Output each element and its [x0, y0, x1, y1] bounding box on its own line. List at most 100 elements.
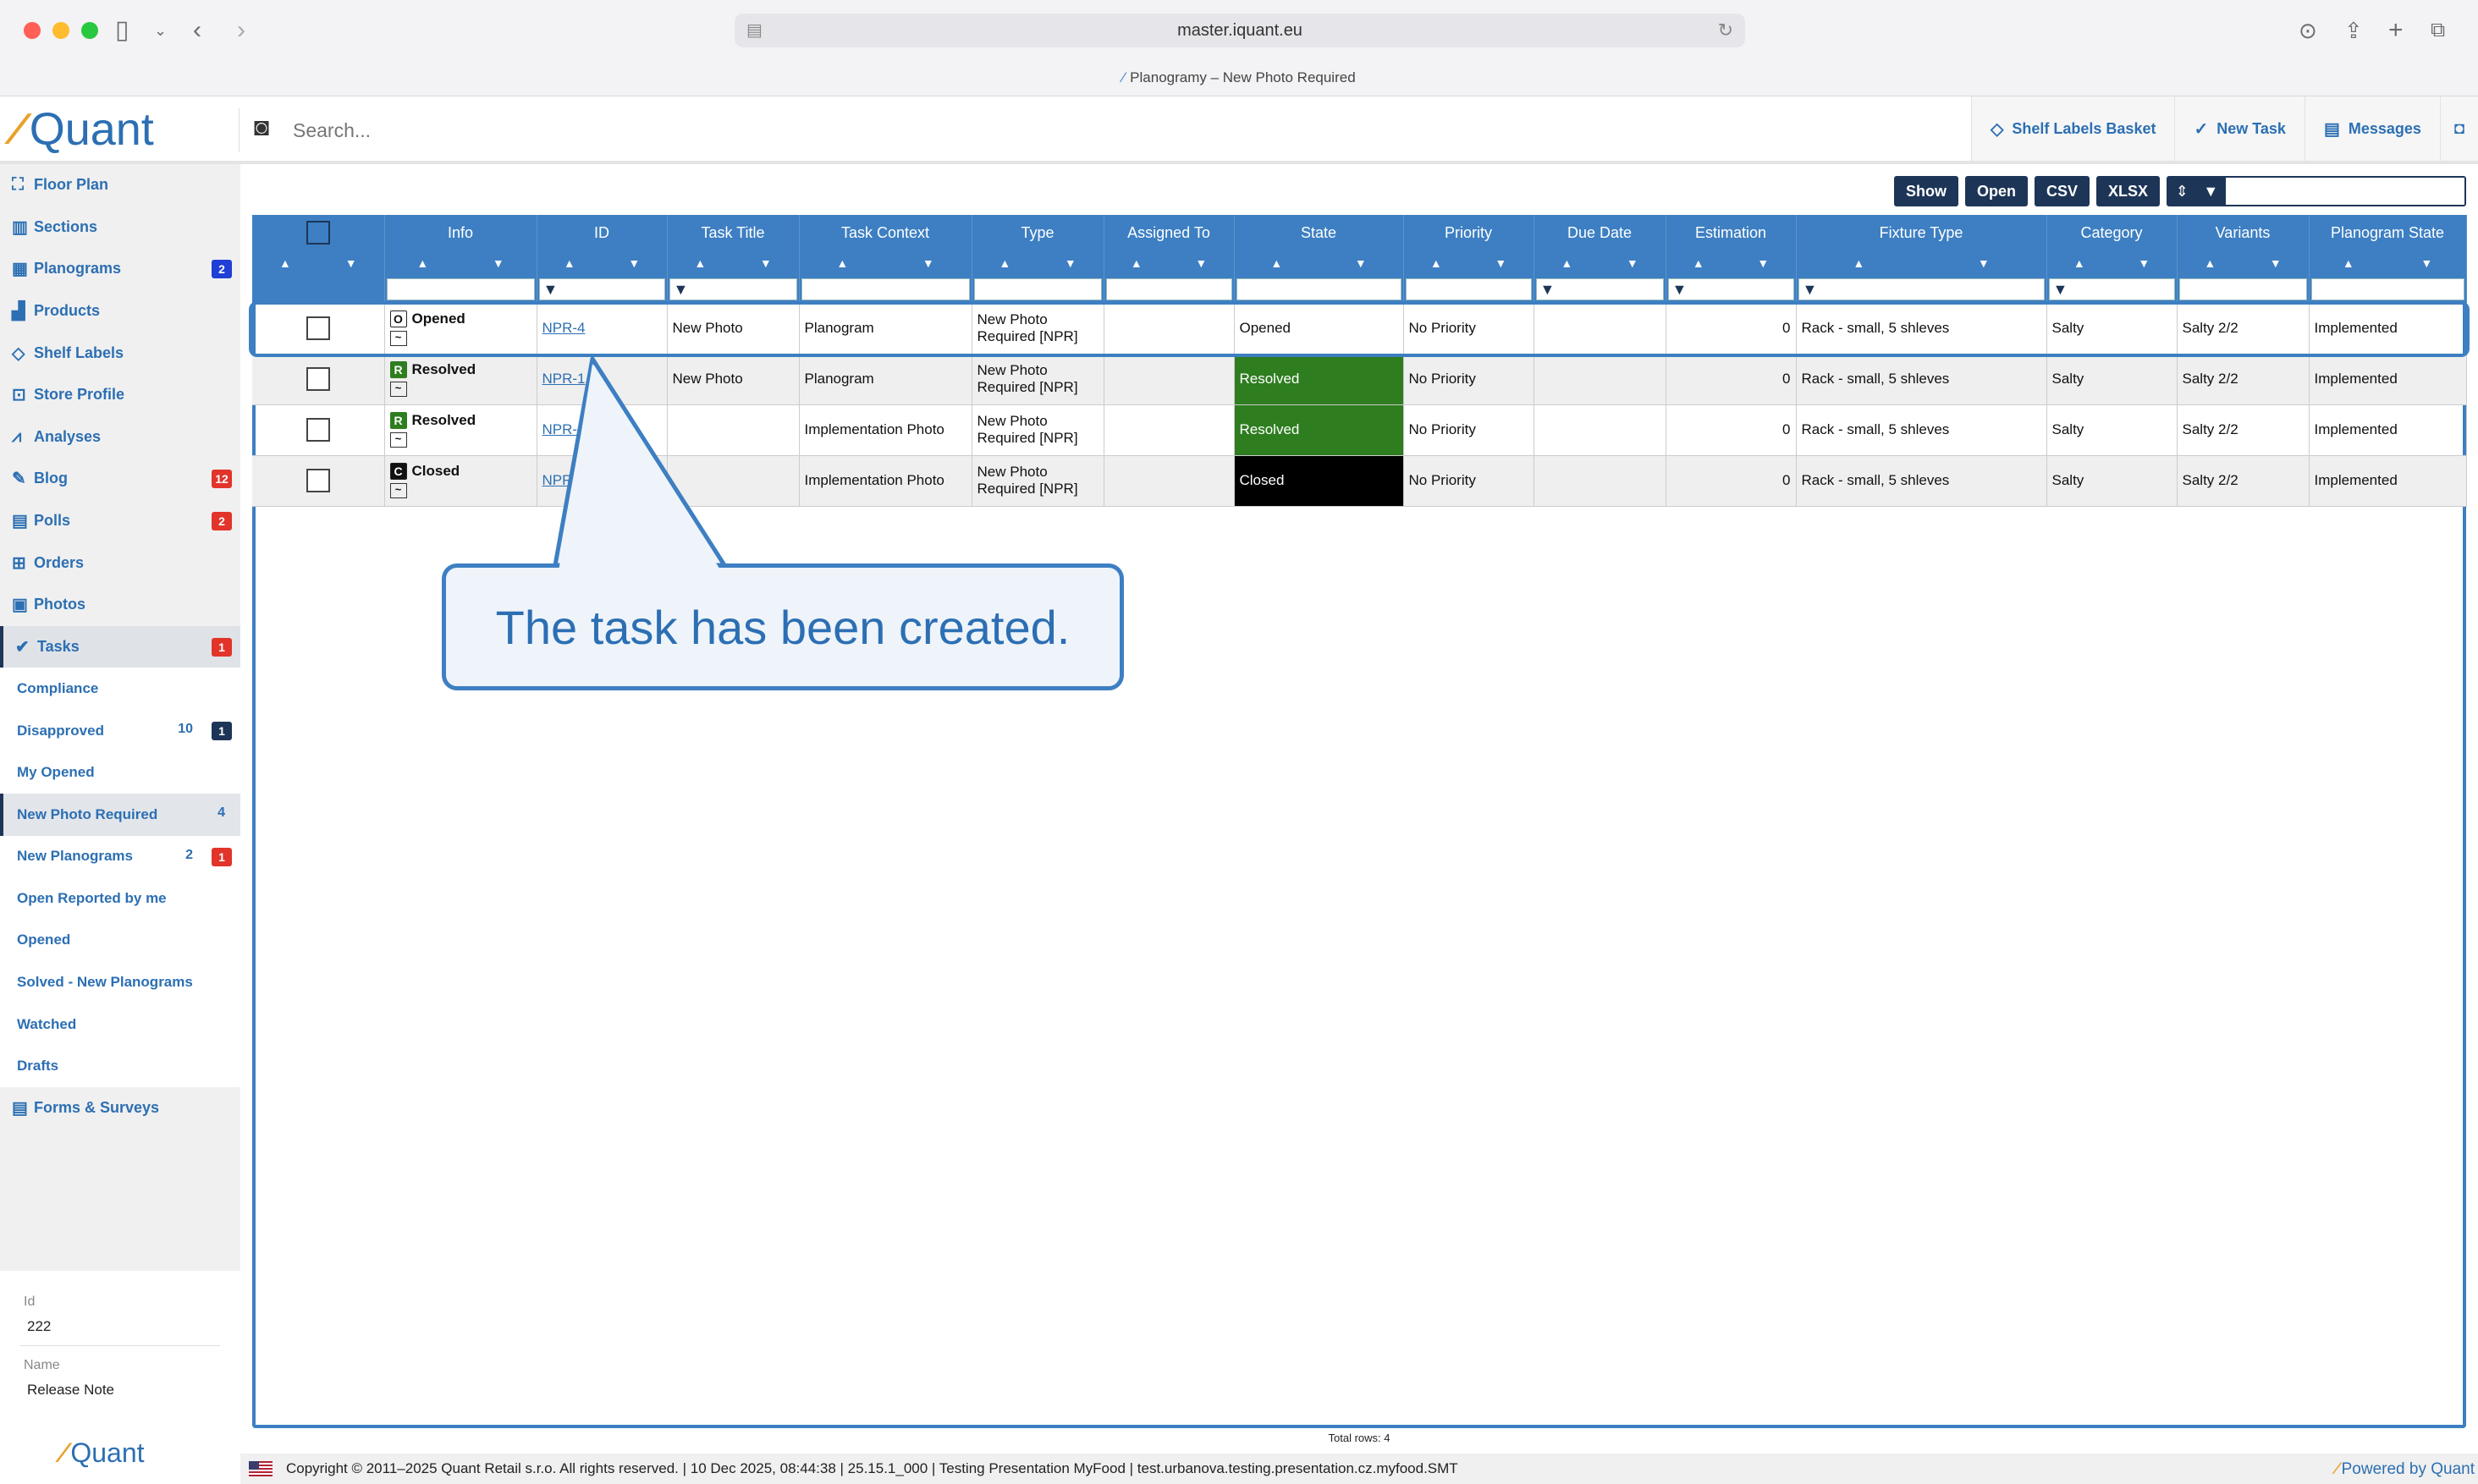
sort-desc-icon[interactable]: ▼: [1757, 256, 1769, 270]
sidebar-item-forms-surveys[interactable]: ▤ Forms & Surveys: [0, 1087, 240, 1129]
camera-icon[interactable]: ◙: [254, 113, 279, 144]
sort-desc-icon[interactable]: ▼: [1978, 256, 1990, 270]
sidebar-subitem-compliance[interactable]: Compliance: [0, 668, 240, 710]
sidebar-subitem-solved-new-planograms[interactable]: Solved - New Planograms: [0, 961, 240, 1003]
column-header-variants[interactable]: Variants: [2177, 215, 2310, 250]
messages-button[interactable]: ▤ Messages: [2304, 96, 2440, 161]
row-checkbox[interactable]: [306, 367, 330, 391]
sort-asc-icon[interactable]: ▲: [1430, 256, 1442, 270]
sort-asc-icon[interactable]: ▲: [564, 256, 575, 270]
sidebar-item-sections[interactable]: ▥ Sections: [0, 206, 240, 249]
sort-asc-icon[interactable]: ▲: [1131, 256, 1143, 270]
table-row[interactable]: R Resolved ~ NPR-1 New Photo Planogram New…: [252, 354, 2467, 405]
sort-asc-icon[interactable]: ▲: [1561, 256, 1572, 270]
table-row[interactable]: O Opened ~ NPR-4 New Photo Planogram New P…: [252, 303, 2467, 355]
filter-input-planogram-state[interactable]: [2310, 278, 2464, 300]
filter-input-type[interactable]: [973, 278, 1102, 300]
row-checkbox[interactable]: [306, 418, 330, 442]
show-button[interactable]: Show: [1893, 176, 1958, 206]
sidebar-subitem-new-photo-required[interactable]: New Photo Required 4: [0, 793, 240, 836]
xlsx-button[interactable]: XLSX: [2095, 176, 2160, 206]
task-id-link[interactable]: NPR-: [542, 421, 578, 437]
column-header-task-context[interactable]: Task Context: [799, 215, 972, 250]
reload-icon[interactable]: ↻: [1718, 14, 1733, 47]
task-id-link[interactable]: NPR-4: [542, 320, 586, 336]
sidebar-subitem-open-reported-by-me[interactable]: Open Reported by me: [0, 877, 240, 920]
open-button[interactable]: Open: [1964, 176, 2028, 206]
sort-desc-icon[interactable]: ▼: [1495, 256, 1506, 270]
quant-logo[interactable]: ⁄ Quant: [14, 103, 154, 156]
filter-input-variants[interactable]: [2178, 278, 2307, 300]
sort-desc-icon[interactable]: ▼: [628, 256, 640, 270]
sort-desc-icon[interactable]: ▼: [493, 256, 504, 270]
tab-overview-icon[interactable]: ⧉: [2431, 15, 2445, 46]
table-row[interactable]: R Resolved ~ NPR- Implementation Photo New…: [252, 404, 2467, 456]
sort-desc-icon[interactable]: ▼: [1195, 256, 1207, 270]
close-window-button[interactable]: [24, 22, 41, 39]
task-id-link[interactable]: NPR-1: [542, 371, 586, 387]
table-row[interactable]: C Closed ~ NPR Implementation Photo New Ph…: [252, 455, 2467, 507]
row-checkbox[interactable]: [306, 469, 330, 492]
column-header-estimation[interactable]: Estimation: [1666, 215, 1797, 250]
filter-input-id[interactable]: ▼: [538, 278, 665, 300]
back-icon[interactable]: ‹: [193, 15, 201, 46]
sidebar-subitem-drafts[interactable]: Drafts: [0, 1045, 240, 1088]
new-task-button[interactable]: ✓ New Task: [2174, 96, 2305, 161]
filter-input-estimation[interactable]: ▼: [1667, 278, 1794, 300]
sort-desc-icon[interactable]: ▼: [2138, 256, 2150, 270]
zoom-window-button[interactable]: [81, 22, 98, 39]
user-profile-button[interactable]: ◘: [2439, 96, 2478, 161]
sidebar-subitem-opened[interactable]: Opened: [0, 919, 240, 962]
sidebar-item-polls[interactable]: ▤ Polls 2: [0, 500, 240, 542]
column-header-state[interactable]: State: [1234, 215, 1404, 250]
filter-toggle-button[interactable]: ⇕ ▼: [2168, 178, 2226, 205]
filter-input-priority[interactable]: [1405, 278, 1532, 300]
chevron-down-icon[interactable]: ⌄: [154, 15, 167, 46]
column-header-type[interactable]: Type: [972, 215, 1104, 250]
column-header-category[interactable]: Category: [2046, 215, 2178, 250]
column-header-priority[interactable]: Priority: [1403, 215, 1534, 250]
sidebar-item-store-profile[interactable]: ⊡ Store Profile: [0, 374, 240, 416]
sidebar-item-floor-plan[interactable]: ⛶ Floor Plan: [0, 164, 240, 206]
column-header-task-title[interactable]: Task Title: [667, 215, 800, 250]
sidebar-item-planograms[interactable]: ▦ Planograms 2: [0, 248, 240, 290]
sidebar-subitem-watched[interactable]: Watched: [0, 1003, 240, 1046]
sort-asc-icon[interactable]: ▲: [2343, 256, 2354, 270]
sidebar-item-analyses[interactable]: ⩘ Analyses: [0, 416, 240, 459]
filter-input-task-context[interactable]: [801, 278, 970, 300]
sidebar-item-blog[interactable]: ✎ Blog 12: [0, 458, 240, 500]
column-header-id[interactable]: ID: [537, 215, 668, 250]
sort-asc-icon[interactable]: ▲: [999, 256, 1010, 270]
search-input[interactable]: [293, 115, 1055, 146]
sort-asc-icon[interactable]: ▲: [836, 256, 848, 270]
sort-asc-icon[interactable]: ▲: [2204, 256, 2216, 270]
download-icon[interactable]: ⊙: [2299, 15, 2317, 46]
filter-input-info[interactable]: [386, 278, 535, 300]
minimize-window-button[interactable]: [52, 22, 69, 39]
column-header-fixture-type[interactable]: Fixture Type: [1796, 215, 2047, 250]
expand-icon[interactable]: ~: [389, 382, 407, 397]
filter-input-due-date[interactable]: ▼: [1535, 278, 1664, 300]
sort-asc-icon[interactable]: ▲: [694, 256, 706, 270]
sort-asc-icon[interactable]: ▲: [1270, 256, 1282, 270]
filter-input-assigned-to[interactable]: [1105, 278, 1232, 300]
csv-button[interactable]: CSV: [2034, 176, 2090, 206]
expand-icon[interactable]: ~: [389, 483, 407, 498]
address-bar[interactable]: ▤ master.iquant.eu ↻: [735, 14, 1745, 47]
row-checkbox[interactable]: [306, 316, 330, 340]
sidebar-item-photos[interactable]: ▣ Photos: [0, 584, 240, 626]
new-tab-icon[interactable]: +: [2388, 15, 2404, 46]
filter-input-category[interactable]: ▼: [2048, 278, 2175, 300]
column-header-due-date[interactable]: Due Date: [1534, 215, 1666, 250]
sidebar-item-tasks[interactable]: ✔ Tasks 1: [0, 625, 240, 668]
sidebar-subitem-disapproved[interactable]: Disapproved 10 1: [0, 709, 240, 752]
task-id-link[interactable]: NPR: [542, 472, 573, 488]
tab-title[interactable]: ⁄ Planogramy – New Photo Required: [0, 69, 2478, 86]
sort-desc-icon[interactable]: ▼: [1065, 256, 1077, 270]
sort-asc-icon[interactable]: ▲: [1693, 256, 1704, 270]
sort-desc-icon[interactable]: ▼: [345, 256, 357, 270]
sort-asc-icon[interactable]: ▲: [279, 256, 291, 270]
sort-desc-icon[interactable]: ▼: [1627, 256, 1638, 270]
column-header-info[interactable]: Info: [384, 215, 537, 250]
shelf-labels-basket-button[interactable]: ◇ Shelf Labels Basket: [1971, 96, 2175, 161]
